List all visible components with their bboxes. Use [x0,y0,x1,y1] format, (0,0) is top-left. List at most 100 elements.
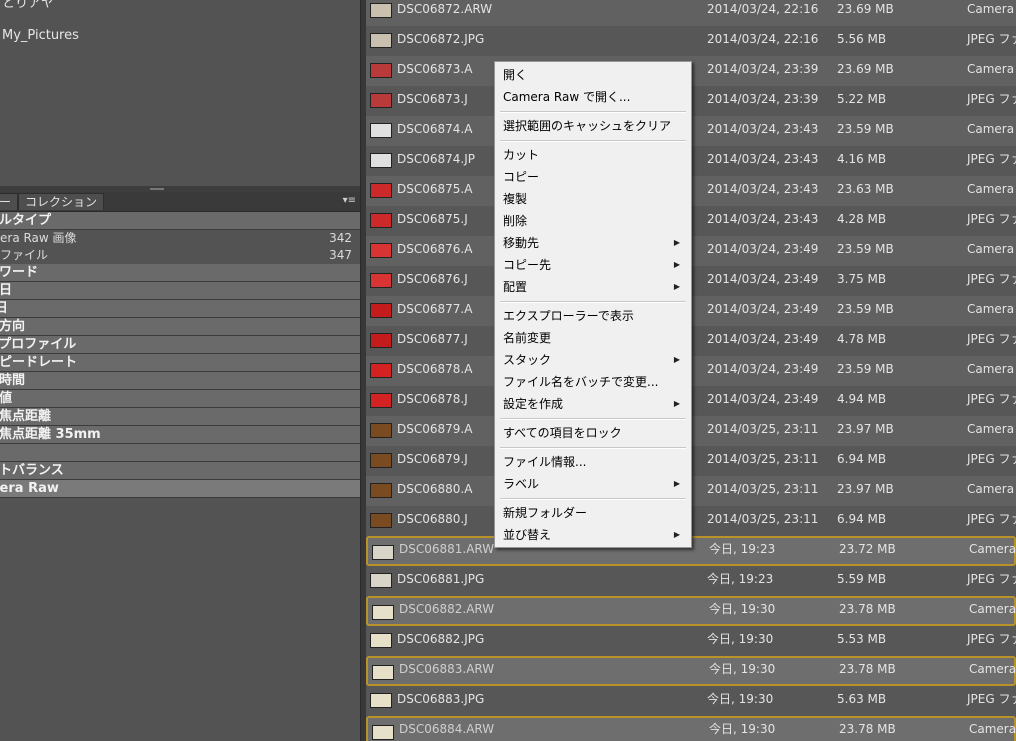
file-type: Camera [967,302,1015,316]
menu-item-label: 設定を作成 [503,397,564,411]
filter-section-header[interactable]: の値 [0,390,360,408]
file-row[interactable]: DSC06883.ARW 今日, 19:30 23.78 MB Camera [366,656,1016,686]
file-row[interactable]: DSC06882.ARW 今日, 19:30 23.78 MB Camera [366,596,1016,626]
file-name: DSC06882.JPG [397,632,485,646]
file-date: 2014/03/24, 23:43 [707,122,819,136]
filter-row-label: ファイル [0,248,49,262]
file-row[interactable]: DSC06881.JPG 今日, 19:23 5.59 MB JPEG ファ [366,566,1016,596]
file-row[interactable]: DSC06884.ARW 今日, 19:30 23.78 MB Camera [366,716,1016,741]
folder-item-partial[interactable]: とりアヤ [2,0,54,11]
filter-section-header[interactable]: ーワード [0,264,360,282]
file-date: 2014/03/24, 22:16 [707,2,819,16]
file-size: 23.59 MB [837,242,894,256]
file-thumbnail-icon [370,3,392,18]
file-thumbnail-icon [372,545,394,560]
menu-delete[interactable]: 削除 [496,210,690,232]
file-name: DSC06880.J [397,512,468,526]
file-thumbnail-icon [370,213,392,228]
filter-section-header[interactable]: E日 [0,300,360,318]
filter-section-header[interactable]: ープロファイル [0,336,360,354]
menu-copy-to[interactable]: コピー先 ▶ [496,254,690,276]
menu-open-camera-raw[interactable]: Camera Raw で開く... [496,86,690,108]
file-thumbnail-icon [370,123,392,138]
file-name: DSC06873.A [397,62,473,76]
file-date: 2014/03/24, 23:49 [707,362,819,376]
file-type: Camera [967,242,1015,256]
file-size: 4.94 MB [837,392,887,406]
folder-item-my-pictures[interactable]: My_Pictures [2,28,79,43]
menu-item-label: コピー [503,170,540,184]
file-row[interactable]: DSC06882.JPG 今日, 19:30 5.53 MB JPEG ファ [366,626,1016,656]
file-row[interactable]: DSC06872.JPG 2014/03/24, 22:16 5.56 MB JPEG… [366,26,1016,56]
menu-separator [500,418,686,420]
menu-move-to[interactable]: 移動先 ▶ [496,232,690,254]
menu-stack[interactable]: スタック ▶ [496,349,690,371]
filter-section-header[interactable]: mera Raw [0,480,360,498]
file-date: 今日, 19:23 [707,572,774,586]
file-row[interactable]: DSC06872.ARW 2014/03/24, 22:16 23.69 MB Cam… [366,0,1016,26]
menu-item-label: エクスプローラーで表示 [503,309,634,323]
filter-row-count: 347 [329,248,352,262]
tab-collection[interactable]: コレクション [18,193,105,210]
menu-batch-rename[interactable]: ファイル名をバッチで変更... [496,371,690,393]
menu-new-folder[interactable]: 新規フォルダー [496,502,690,524]
file-size: 6.94 MB [837,452,887,466]
file-name: DSC06878.J [397,392,468,406]
tab-filter[interactable]: ー [0,193,19,210]
filter-section-header[interactable]: スピードレート [0,354,360,372]
menu-place[interactable]: 配置 ▶ [496,276,690,298]
menu-lock-all[interactable]: すべての項目をロック [496,422,690,444]
menu-purge-cache[interactable]: 選択範囲のキャッシュをクリア [496,115,690,137]
filter-section-header[interactable]: ズ焦点距離 [0,408,360,426]
file-size: 5.63 MB [837,692,887,706]
file-date: 2014/03/24, 23:43 [707,212,819,226]
menu-item-label: 名前変更 [503,331,552,345]
filter-row[interactable]: ファイル 347 [0,247,360,264]
menu-item-label: Camera Raw で開く... [503,90,631,104]
menu-item-label: ファイル名をバッチで変更... [503,375,659,389]
file-type: JPEG ファ [967,452,1016,466]
file-row[interactable]: DSC06883.JPG 今日, 19:30 5.63 MB JPEG ファ [366,686,1016,716]
menu-rename[interactable]: 名前変更 [496,327,690,349]
menu-cut[interactable]: カット [496,144,690,166]
filter-section-header[interactable]: 像方向 [0,318,360,336]
filter-row[interactable]: era Raw 画像 342 [0,230,360,247]
menu-item-label: 配置 [503,280,528,294]
file-thumbnail-icon [370,183,392,198]
panel-menu-icon[interactable]: ▾≡ [343,195,356,206]
menu-copy[interactable]: コピー [496,166,690,188]
file-date: 2014/03/24, 23:49 [707,242,819,256]
file-type: Camera [969,662,1016,676]
file-thumbnail-icon [370,243,392,258]
file-name: DSC06876.J [397,272,468,286]
file-date: 2014/03/24, 23:49 [707,302,819,316]
file-size: 23.72 MB [839,542,896,556]
file-size: 23.78 MB [839,722,896,736]
file-name: DSC06873.J [397,92,468,106]
menu-reveal-explorer[interactable]: エクスプローラーで表示 [496,305,690,327]
menu-open[interactable]: 開く [496,64,690,86]
filter-section-header[interactable]: 成日 [0,282,360,300]
filter-section-header[interactable]: 出時間 [0,372,360,390]
file-thumbnail-icon [370,483,392,498]
splitter-grip-icon[interactable] [150,188,164,190]
file-size: 6.94 MB [837,512,887,526]
menu-file-info[interactable]: ファイル情報... [496,451,690,473]
file-type: JPEG ファ [967,632,1016,646]
filter-section-header[interactable]: イトバランス [0,462,360,480]
menu-label[interactable]: ラベル ▶ [496,473,690,495]
file-date: 2014/03/25, 23:11 [707,482,819,496]
file-type: Camera [967,2,1015,16]
filter-section-header[interactable]: ズ [0,444,360,462]
menu-sort[interactable]: 並び替え ▶ [496,524,690,546]
menu-item-label: ラベル [503,477,540,491]
filter-section-header[interactable]: イルタイプ [0,212,360,230]
file-type: Camera [969,722,1016,736]
file-type: JPEG ファ [967,152,1016,166]
filter-section-header[interactable]: ズ焦点距離 35mm [0,426,360,444]
submenu-arrow-icon: ▶ [673,282,680,291]
file-type: JPEG ファ [967,392,1016,406]
menu-develop-settings[interactable]: 設定を作成 ▶ [496,393,690,415]
file-name: DSC06874.JP [397,152,475,166]
menu-duplicate[interactable]: 複製 [496,188,690,210]
